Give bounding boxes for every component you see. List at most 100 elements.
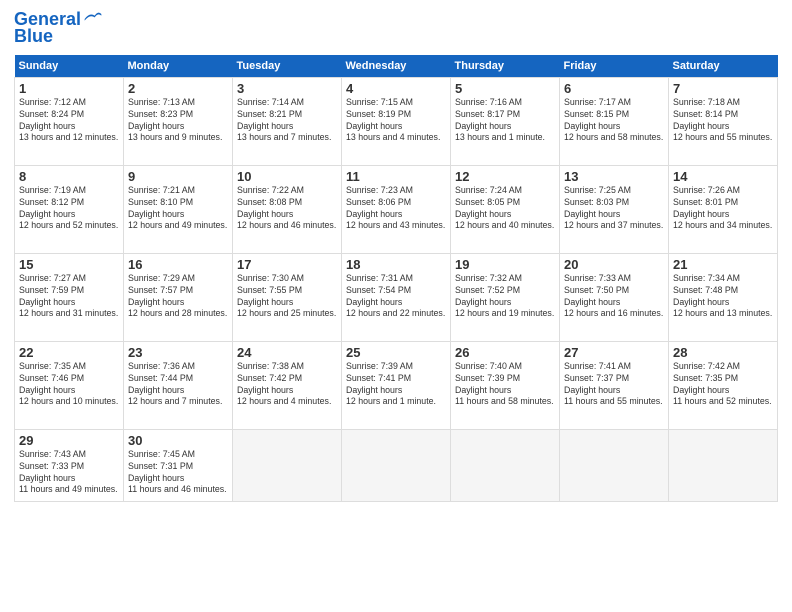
- calendar-cell: 23 Sunrise: 7:36 AMSunset: 7:44 PMDaylig…: [124, 341, 233, 429]
- calendar-cell: 20 Sunrise: 7:33 AMSunset: 7:50 PMDaylig…: [560, 253, 669, 341]
- calendar-cell: 7 Sunrise: 7:18 AMSunset: 8:14 PMDayligh…: [669, 77, 778, 165]
- calendar-cell: [560, 429, 669, 501]
- calendar-cell: 15 Sunrise: 7:27 AMSunset: 7:59 PMDaylig…: [15, 253, 124, 341]
- calendar-cell: 5 Sunrise: 7:16 AMSunset: 8:17 PMDayligh…: [451, 77, 560, 165]
- day-number: 8: [19, 169, 119, 184]
- day-number: 27: [564, 345, 664, 360]
- day-number: 2: [128, 81, 228, 96]
- day-info: Sunrise: 7:36 AMSunset: 7:44 PMDaylight …: [128, 361, 222, 407]
- calendar-cell: 12 Sunrise: 7:24 AMSunset: 8:05 PMDaylig…: [451, 165, 560, 253]
- weekday-header: Thursday: [451, 55, 560, 78]
- day-number: 22: [19, 345, 119, 360]
- calendar-cell: 4 Sunrise: 7:15 AMSunset: 8:19 PMDayligh…: [342, 77, 451, 165]
- day-info: Sunrise: 7:19 AMSunset: 8:12 PMDaylight …: [19, 185, 118, 231]
- day-info: Sunrise: 7:29 AMSunset: 7:57 PMDaylight …: [128, 273, 227, 319]
- day-info: Sunrise: 7:21 AMSunset: 8:10 PMDaylight …: [128, 185, 227, 231]
- day-number: 23: [128, 345, 228, 360]
- calendar-week-row: 1 Sunrise: 7:12 AMSunset: 8:24 PMDayligh…: [15, 77, 778, 165]
- calendar-body: 1 Sunrise: 7:12 AMSunset: 8:24 PMDayligh…: [15, 77, 778, 501]
- day-number: 5: [455, 81, 555, 96]
- calendar-cell: 29 Sunrise: 7:43 AMSunset: 7:33 PMDaylig…: [15, 429, 124, 501]
- day-number: 24: [237, 345, 337, 360]
- day-info: Sunrise: 7:42 AMSunset: 7:35 PMDaylight …: [673, 361, 772, 407]
- calendar-cell: 2 Sunrise: 7:13 AMSunset: 8:23 PMDayligh…: [124, 77, 233, 165]
- weekday-header: Tuesday: [233, 55, 342, 78]
- calendar-cell: 17 Sunrise: 7:30 AMSunset: 7:55 PMDaylig…: [233, 253, 342, 341]
- calendar-cell: 10 Sunrise: 7:22 AMSunset: 8:08 PMDaylig…: [233, 165, 342, 253]
- calendar-cell: 26 Sunrise: 7:40 AMSunset: 7:39 PMDaylig…: [451, 341, 560, 429]
- day-info: Sunrise: 7:43 AMSunset: 7:33 PMDaylight …: [19, 449, 118, 495]
- calendar-cell: 14 Sunrise: 7:26 AMSunset: 8:01 PMDaylig…: [669, 165, 778, 253]
- calendar-cell: 18 Sunrise: 7:31 AMSunset: 7:54 PMDaylig…: [342, 253, 451, 341]
- calendar-cell: 6 Sunrise: 7:17 AMSunset: 8:15 PMDayligh…: [560, 77, 669, 165]
- day-number: 21: [673, 257, 773, 272]
- day-number: 7: [673, 81, 773, 96]
- header: General Blue: [14, 10, 778, 47]
- day-info: Sunrise: 7:12 AMSunset: 8:24 PMDaylight …: [19, 97, 118, 143]
- calendar-cell: 24 Sunrise: 7:38 AMSunset: 7:42 PMDaylig…: [233, 341, 342, 429]
- logo-icon: [83, 9, 103, 29]
- day-info: Sunrise: 7:30 AMSunset: 7:55 PMDaylight …: [237, 273, 336, 319]
- day-info: Sunrise: 7:39 AMSunset: 7:41 PMDaylight …: [346, 361, 436, 407]
- day-number: 18: [346, 257, 446, 272]
- day-info: Sunrise: 7:32 AMSunset: 7:52 PMDaylight …: [455, 273, 554, 319]
- calendar-cell: 25 Sunrise: 7:39 AMSunset: 7:41 PMDaylig…: [342, 341, 451, 429]
- calendar-cell: 9 Sunrise: 7:21 AMSunset: 8:10 PMDayligh…: [124, 165, 233, 253]
- day-number: 15: [19, 257, 119, 272]
- day-info: Sunrise: 7:24 AMSunset: 8:05 PMDaylight …: [455, 185, 554, 231]
- day-info: Sunrise: 7:25 AMSunset: 8:03 PMDaylight …: [564, 185, 663, 231]
- day-number: 12: [455, 169, 555, 184]
- day-info: Sunrise: 7:38 AMSunset: 7:42 PMDaylight …: [237, 361, 331, 407]
- calendar-week-row: 22 Sunrise: 7:35 AMSunset: 7:46 PMDaylig…: [15, 341, 778, 429]
- day-number: 20: [564, 257, 664, 272]
- calendar-week-row: 15 Sunrise: 7:27 AMSunset: 7:59 PMDaylig…: [15, 253, 778, 341]
- calendar-cell: [233, 429, 342, 501]
- day-number: 25: [346, 345, 446, 360]
- weekday-header: Monday: [124, 55, 233, 78]
- logo: General Blue: [14, 10, 103, 47]
- day-info: Sunrise: 7:13 AMSunset: 8:23 PMDaylight …: [128, 97, 222, 143]
- calendar-cell: 13 Sunrise: 7:25 AMSunset: 8:03 PMDaylig…: [560, 165, 669, 253]
- calendar-cell: [342, 429, 451, 501]
- calendar-cell: 27 Sunrise: 7:41 AMSunset: 7:37 PMDaylig…: [560, 341, 669, 429]
- day-info: Sunrise: 7:15 AMSunset: 8:19 PMDaylight …: [346, 97, 440, 143]
- weekday-header: Friday: [560, 55, 669, 78]
- day-info: Sunrise: 7:26 AMSunset: 8:01 PMDaylight …: [673, 185, 772, 231]
- day-number: 19: [455, 257, 555, 272]
- day-number: 26: [455, 345, 555, 360]
- calendar-cell: 30 Sunrise: 7:45 AMSunset: 7:31 PMDaylig…: [124, 429, 233, 501]
- calendar-table: SundayMondayTuesdayWednesdayThursdayFrid…: [14, 55, 778, 502]
- day-info: Sunrise: 7:31 AMSunset: 7:54 PMDaylight …: [346, 273, 445, 319]
- day-info: Sunrise: 7:27 AMSunset: 7:59 PMDaylight …: [19, 273, 118, 319]
- day-info: Sunrise: 7:14 AMSunset: 8:21 PMDaylight …: [237, 97, 331, 143]
- day-info: Sunrise: 7:17 AMSunset: 8:15 PMDaylight …: [564, 97, 663, 143]
- calendar-cell: 1 Sunrise: 7:12 AMSunset: 8:24 PMDayligh…: [15, 77, 124, 165]
- calendar-cell: 11 Sunrise: 7:23 AMSunset: 8:06 PMDaylig…: [342, 165, 451, 253]
- weekday-header: Saturday: [669, 55, 778, 78]
- day-number: 11: [346, 169, 446, 184]
- day-info: Sunrise: 7:34 AMSunset: 7:48 PMDaylight …: [673, 273, 772, 319]
- day-info: Sunrise: 7:35 AMSunset: 7:46 PMDaylight …: [19, 361, 118, 407]
- calendar-cell: 28 Sunrise: 7:42 AMSunset: 7:35 PMDaylig…: [669, 341, 778, 429]
- day-number: 10: [237, 169, 337, 184]
- page: General Blue SundayMondayTuesdayWednesda…: [0, 0, 792, 612]
- day-info: Sunrise: 7:18 AMSunset: 8:14 PMDaylight …: [673, 97, 772, 143]
- calendar-cell: 19 Sunrise: 7:32 AMSunset: 7:52 PMDaylig…: [451, 253, 560, 341]
- calendar-cell: 3 Sunrise: 7:14 AMSunset: 8:21 PMDayligh…: [233, 77, 342, 165]
- day-number: 6: [564, 81, 664, 96]
- day-info: Sunrise: 7:22 AMSunset: 8:08 PMDaylight …: [237, 185, 336, 231]
- day-number: 17: [237, 257, 337, 272]
- day-info: Sunrise: 7:23 AMSunset: 8:06 PMDaylight …: [346, 185, 445, 231]
- day-number: 13: [564, 169, 664, 184]
- day-info: Sunrise: 7:16 AMSunset: 8:17 PMDaylight …: [455, 97, 545, 143]
- weekday-header: Wednesday: [342, 55, 451, 78]
- day-number: 16: [128, 257, 228, 272]
- weekday-header: Sunday: [15, 55, 124, 78]
- day-number: 4: [346, 81, 446, 96]
- day-number: 29: [19, 433, 119, 448]
- calendar-cell: 16 Sunrise: 7:29 AMSunset: 7:57 PMDaylig…: [124, 253, 233, 341]
- calendar-cell: 8 Sunrise: 7:19 AMSunset: 8:12 PMDayligh…: [15, 165, 124, 253]
- day-number: 30: [128, 433, 228, 448]
- calendar-cell: 21 Sunrise: 7:34 AMSunset: 7:48 PMDaylig…: [669, 253, 778, 341]
- calendar-cell: [451, 429, 560, 501]
